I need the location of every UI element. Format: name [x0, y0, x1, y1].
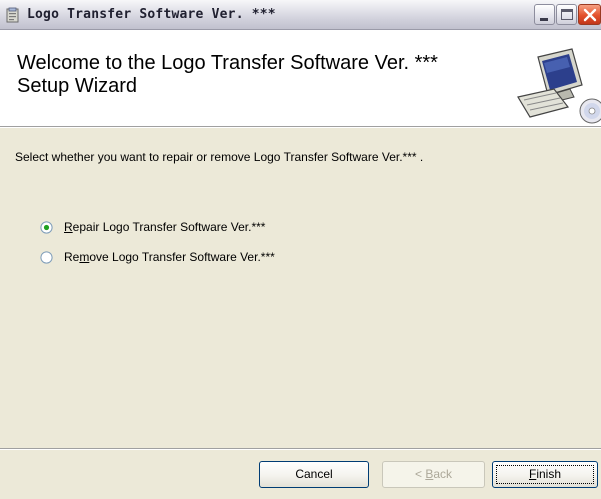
- repair-radio-button[interactable]: [40, 221, 53, 234]
- maximize-button[interactable]: [556, 4, 577, 25]
- title-bar[interactable]: Logo Transfer Software Ver. ***: [0, 0, 601, 30]
- minimize-button[interactable]: [534, 4, 555, 25]
- remove-radio-button[interactable]: [40, 251, 53, 264]
- wizard-heading-line2: Setup Wizard: [17, 75, 138, 97]
- remove-option-label: Remove Logo Transfer Software Ver.***: [64, 250, 275, 264]
- setup-wizard-window: Logo Transfer Software Ver. *** Welcome …: [0, 0, 601, 499]
- repair-option-label: Repair Logo Transfer Software Ver.***: [64, 220, 266, 234]
- close-button[interactable]: [578, 4, 601, 25]
- cancel-button-label: Cancel: [295, 467, 333, 481]
- back-button-label: < Back: [414, 467, 453, 481]
- footer-separator-highlight: [0, 449, 601, 450]
- maximize-icon: [561, 9, 573, 20]
- minimize-icon: [540, 18, 548, 21]
- banner-separator: [0, 127, 601, 128]
- finish-button[interactable]: Finish: [492, 461, 598, 488]
- installer-app-icon: [6, 7, 19, 23]
- back-button[interactable]: < Back: [382, 461, 485, 488]
- close-icon: [583, 8, 597, 22]
- cancel-button[interactable]: Cancel: [259, 461, 369, 488]
- header-banner: Welcome to the Logo Transfer Software Ve…: [0, 30, 601, 127]
- instruction-text: Select whether you want to repair or rem…: [15, 150, 424, 164]
- wizard-heading-line1: Welcome to the Logo Transfer Software Ve…: [17, 52, 438, 74]
- wizard-heading: Welcome to the Logo Transfer Software Ve…: [17, 52, 497, 98]
- window-title: Logo Transfer Software Ver. ***: [27, 7, 276, 22]
- finish-button-label: Finish: [528, 467, 562, 481]
- computer-setup-icon: [517, 48, 601, 124]
